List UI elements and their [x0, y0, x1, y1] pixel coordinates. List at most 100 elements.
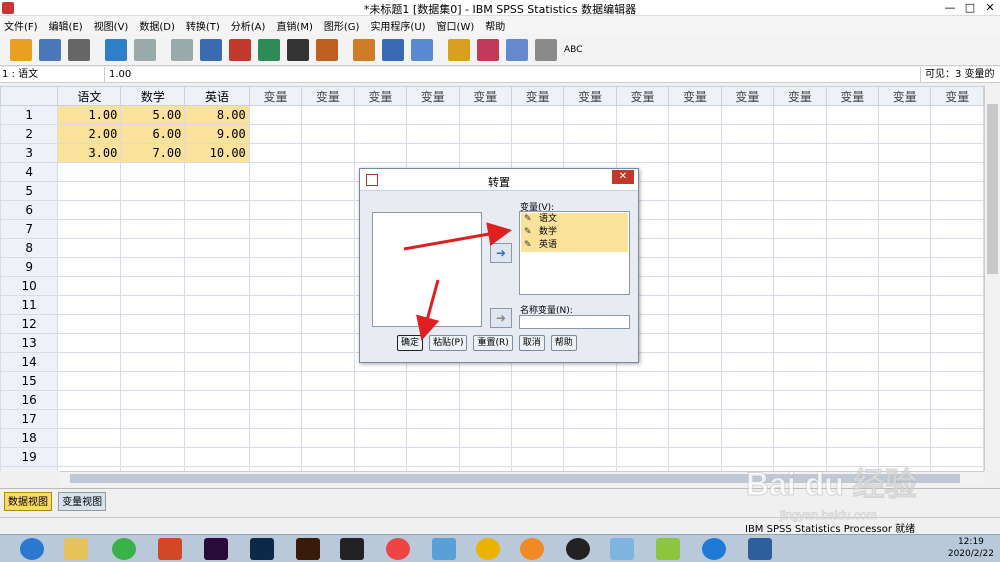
vertical-scrollbar[interactable]: [984, 86, 1000, 471]
data-cell[interactable]: [720, 409, 775, 429]
goto-case-icon[interactable]: [200, 38, 222, 61]
data-cell[interactable]: [773, 371, 827, 391]
data-cell[interactable]: [57, 295, 122, 315]
data-cell[interactable]: [720, 352, 775, 372]
menu-item[interactable]: 数据(D): [139, 18, 175, 33]
data-cell[interactable]: [184, 352, 250, 372]
media-player-icon[interactable]: [386, 538, 410, 560]
data-cell[interactable]: [825, 162, 880, 182]
help-button[interactable]: 帮助: [550, 335, 577, 351]
data-cell[interactable]: 8.00: [184, 105, 250, 125]
data-cell[interactable]: [878, 352, 932, 372]
data-cell[interactable]: [825, 200, 880, 220]
data-cell[interactable]: [57, 447, 122, 467]
row-number[interactable]: 15: [0, 371, 59, 391]
data-cell[interactable]: [248, 390, 303, 410]
data-cell[interactable]: [184, 409, 250, 429]
data-cell[interactable]: [184, 295, 250, 315]
data-cell[interactable]: [878, 143, 932, 163]
data-cell[interactable]: [878, 390, 932, 410]
minimize-button[interactable]: —: [940, 0, 960, 16]
data-cell[interactable]: 3.00: [57, 143, 122, 163]
data-cell[interactable]: [773, 162, 827, 182]
data-cell[interactable]: 2.00: [57, 124, 122, 144]
show-all-icon[interactable]: [535, 38, 557, 61]
data-cell[interactable]: [248, 447, 303, 467]
source-variable-list[interactable]: [372, 212, 482, 327]
data-cell[interactable]: [878, 162, 932, 182]
data-cell[interactable]: [930, 238, 984, 258]
data-cell[interactable]: 5.00: [120, 105, 186, 125]
data-cell[interactable]: [930, 371, 984, 391]
row-number[interactable]: 18: [0, 428, 59, 448]
data-cell[interactable]: [406, 105, 460, 125]
row-number[interactable]: 4: [0, 162, 59, 182]
data-cell[interactable]: [878, 238, 932, 258]
data-cell[interactable]: [248, 276, 303, 296]
data-cell[interactable]: [406, 409, 460, 429]
row-number[interactable]: 17: [0, 409, 59, 429]
data-cell[interactable]: [57, 162, 122, 182]
menu-item[interactable]: 帮助: [485, 18, 505, 33]
data-cell[interactable]: [353, 371, 408, 391]
data-cell[interactable]: [248, 200, 303, 220]
data-cell[interactable]: [248, 352, 303, 372]
move-to-name-variable-button[interactable]: ➜: [490, 308, 512, 328]
data-cell[interactable]: [120, 409, 186, 429]
data-cell[interactable]: [301, 105, 355, 125]
data-cell[interactable]: [773, 238, 827, 258]
data-cell[interactable]: [248, 257, 303, 277]
data-cell[interactable]: [825, 371, 880, 391]
empty-column-header[interactable]: 变量: [510, 86, 565, 106]
data-cell[interactable]: [720, 371, 775, 391]
chrome-icon[interactable]: [476, 538, 500, 560]
cell-value-editor[interactable]: 1.00: [104, 67, 704, 82]
data-cell[interactable]: [668, 257, 722, 277]
data-cell[interactable]: [57, 181, 122, 201]
data-cell[interactable]: [510, 124, 565, 144]
data-cell[interactable]: [458, 428, 512, 448]
variables-icon[interactable]: [258, 38, 280, 61]
data-cell[interactable]: [668, 124, 722, 144]
data-cell[interactable]: [878, 219, 932, 239]
data-cell[interactable]: [825, 295, 880, 315]
data-cell[interactable]: [184, 314, 250, 334]
data-cell[interactable]: [184, 162, 250, 182]
row-number[interactable]: 3: [0, 143, 59, 163]
data-cell[interactable]: [878, 295, 932, 315]
data-cell[interactable]: [248, 295, 303, 315]
browser-icon[interactable]: [520, 538, 544, 560]
data-cell[interactable]: [301, 181, 355, 201]
data-cell[interactable]: [615, 390, 670, 410]
tab-data-view[interactable]: 数据视图: [4, 492, 52, 511]
column-header[interactable]: 英语: [184, 86, 250, 106]
ok-button[interactable]: 确定: [397, 335, 424, 351]
variable-list-item[interactable]: ✎ 语文: [521, 213, 628, 226]
cancel-button[interactable]: 取消: [518, 335, 545, 351]
data-cell[interactable]: [825, 333, 880, 353]
data-cell[interactable]: [184, 200, 250, 220]
column-header[interactable]: 语文: [57, 86, 122, 106]
data-cell[interactable]: [458, 447, 512, 467]
row-number[interactable]: 8: [0, 238, 59, 258]
dialog-close-button[interactable]: ✕: [612, 170, 634, 184]
data-cell[interactable]: [615, 447, 670, 467]
grid-corner[interactable]: [0, 86, 59, 106]
find-icon[interactable]: [287, 38, 309, 61]
data-cell[interactable]: [615, 371, 670, 391]
data-cell[interactable]: [773, 181, 827, 201]
premiere-icon[interactable]: [204, 538, 228, 560]
data-cell[interactable]: [668, 276, 722, 296]
data-cell[interactable]: [301, 219, 355, 239]
data-cell[interactable]: [825, 143, 880, 163]
data-cell[interactable]: [301, 257, 355, 277]
data-cell[interactable]: [930, 428, 984, 448]
data-cell[interactable]: [120, 428, 186, 448]
data-cell[interactable]: [825, 390, 880, 410]
data-cell[interactable]: [563, 124, 617, 144]
data-cell[interactable]: [248, 428, 303, 448]
data-cell[interactable]: [57, 219, 122, 239]
data-cell[interactable]: [930, 181, 984, 201]
data-cell[interactable]: [458, 390, 512, 410]
data-cell[interactable]: [184, 238, 250, 258]
